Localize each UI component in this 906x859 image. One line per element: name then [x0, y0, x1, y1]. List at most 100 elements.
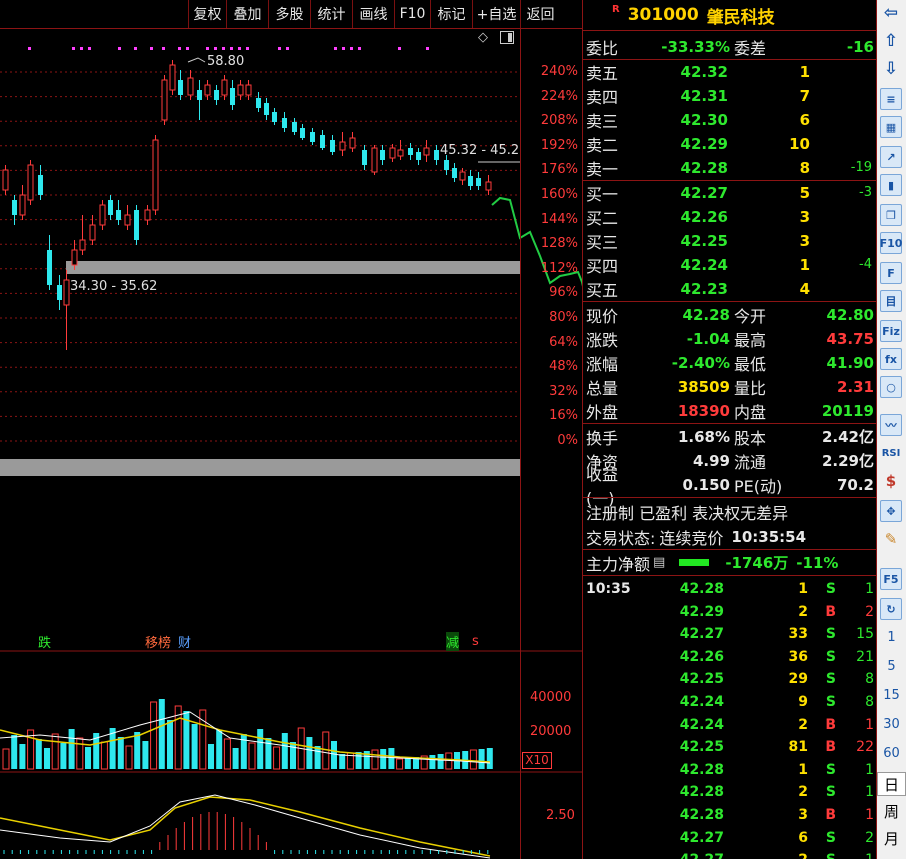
f5-icon[interactable]: F5	[880, 568, 902, 590]
stock-name: 肇民科技	[706, 7, 775, 28]
quote-label: 外盘	[586, 402, 619, 422]
order-ratio-label: 委比	[586, 38, 619, 58]
event-marker[interactable]: s	[472, 634, 479, 649]
f-icon[interactable]: F	[880, 262, 902, 284]
trend-icon[interactable]: ↗	[880, 146, 902, 168]
tick-count: 22	[856, 739, 874, 756]
candle-body	[408, 148, 413, 155]
tick-side: S	[825, 671, 836, 688]
event-marker[interactable]: 移榜	[145, 632, 171, 651]
grid-icon[interactable]: ▦	[880, 116, 902, 138]
percent-tick: 192%	[540, 137, 578, 153]
candle-body	[434, 150, 439, 160]
dollar-icon[interactable]: $	[880, 470, 902, 492]
diamond-icon[interactable]: ◇	[478, 30, 488, 45]
kline-chart[interactable]	[0, 0, 582, 859]
volume-bar	[142, 741, 149, 769]
rsi-icon[interactable]: RSI	[880, 442, 902, 464]
fundamentals-label: 换手	[586, 428, 619, 448]
tick-row: 42.28 2 S 1	[586, 781, 876, 803]
period-tab[interactable]: 月	[877, 826, 906, 850]
period-tab[interactable]: 日	[877, 772, 906, 796]
arrow-left-icon[interactable]: ⇦	[880, 2, 902, 24]
signal-dot	[230, 47, 233, 50]
bids-volume: 4	[799, 279, 810, 298]
candle-body	[476, 178, 481, 186]
panel-toggle-icon[interactable]	[500, 31, 514, 44]
candle-body	[79, 239, 86, 251]
list-icon[interactable]: ▤	[653, 555, 665, 570]
signal-dot	[72, 47, 75, 50]
candle-body	[38, 175, 43, 195]
event-marker[interactable]: 跌	[38, 632, 51, 651]
circle-icon[interactable]: ○	[880, 376, 902, 398]
volume-bar	[223, 738, 231, 770]
event-marker[interactable]: 减	[446, 632, 460, 651]
period-tab[interactable]: 周	[877, 799, 906, 823]
volume-bar	[355, 752, 362, 769]
quote-row: 现价 42.28 今开 42.80	[586, 303, 876, 326]
tick-row: 42.27 6 S 2	[586, 827, 876, 849]
main-flow-value: -1746万	[725, 554, 789, 572]
refresh-icon[interactable]: ↻	[880, 598, 902, 620]
quote-row: 总量 38509 量比 2.31	[586, 375, 876, 398]
bids-row: 买一 42.27 5 -3	[586, 181, 876, 204]
quote-row: 涨幅 -2.40% 最低 41.90	[586, 351, 876, 374]
candle-body	[12, 200, 17, 215]
signal-dot	[206, 47, 209, 50]
percent-tick: 176%	[540, 162, 578, 178]
copy-icon[interactable]: ❐	[880, 204, 902, 226]
pen-icon[interactable]: ✎	[880, 528, 902, 550]
candle-body	[134, 210, 139, 240]
wave-icon[interactable]: 〰	[880, 414, 902, 436]
quote-label: 最低	[734, 354, 767, 374]
fx-icon[interactable]: fx	[880, 348, 902, 370]
period-30-min[interactable]: 30	[877, 713, 906, 735]
percent-tick: 112%	[540, 260, 578, 276]
period-15-min[interactable]: 15	[877, 684, 906, 706]
quote-value: 42.80	[826, 305, 874, 324]
order-diff-label: 委差	[734, 38, 767, 58]
asks-price: 42.31	[680, 86, 728, 105]
asks-price: 42.29	[680, 134, 728, 153]
f10-icon[interactable]: F10	[880, 232, 902, 254]
tick-side: B	[825, 807, 836, 823]
main-flow-row[interactable]: 主力净额 ▤ -1746万 -11%	[586, 551, 876, 574]
asks-price: 42.28	[680, 158, 728, 177]
fundamentals-value: 2.42亿	[821, 428, 874, 446]
candle-body	[380, 150, 385, 160]
candle-body	[57, 285, 62, 300]
arrow-up-icon[interactable]: ⇧	[880, 30, 902, 52]
bids-label: 买二	[586, 208, 619, 228]
period-60-min[interactable]: 60	[877, 742, 906, 764]
volume-bar	[306, 737, 313, 769]
move-icon[interactable]: ✥	[880, 500, 902, 522]
event-marker[interactable]: 财	[178, 632, 191, 651]
percent-tick: 208%	[540, 113, 578, 129]
volume-value-20000: 20000	[530, 724, 572, 739]
tick-volume: 1	[798, 581, 808, 597]
tick-row: 42.24 9 S 8	[586, 691, 876, 713]
list-icon[interactable]: ≡	[880, 88, 902, 110]
kline-icon[interactable]: ▮	[880, 174, 902, 196]
fiz-icon[interactable]: Fiz	[880, 320, 902, 342]
tick-price: 42.28	[679, 807, 724, 823]
period-1-min[interactable]: 1	[877, 626, 906, 648]
detail-icon[interactable]: 目	[880, 290, 902, 312]
fundamentals-value: 0.150	[682, 475, 730, 494]
candle-body	[452, 168, 457, 178]
divider	[582, 497, 876, 498]
tick-price: 42.25	[679, 739, 724, 756]
percent-tick: 128%	[540, 236, 578, 252]
divider	[582, 30, 876, 31]
main-flow-pct: -11%	[796, 553, 839, 572]
period-5-min[interactable]: 5	[877, 655, 906, 677]
bids-volume: 1	[799, 255, 810, 274]
tick-side: S	[825, 626, 836, 643]
signal-dot	[134, 47, 137, 50]
arrow-down-icon[interactable]: ⇩	[880, 58, 902, 80]
volume-bar	[68, 729, 75, 769]
quote-value: 2.31	[836, 377, 874, 396]
tick-row: 42.28 1 S 1	[586, 759, 876, 781]
high-price-label: 58.80	[207, 54, 245, 69]
